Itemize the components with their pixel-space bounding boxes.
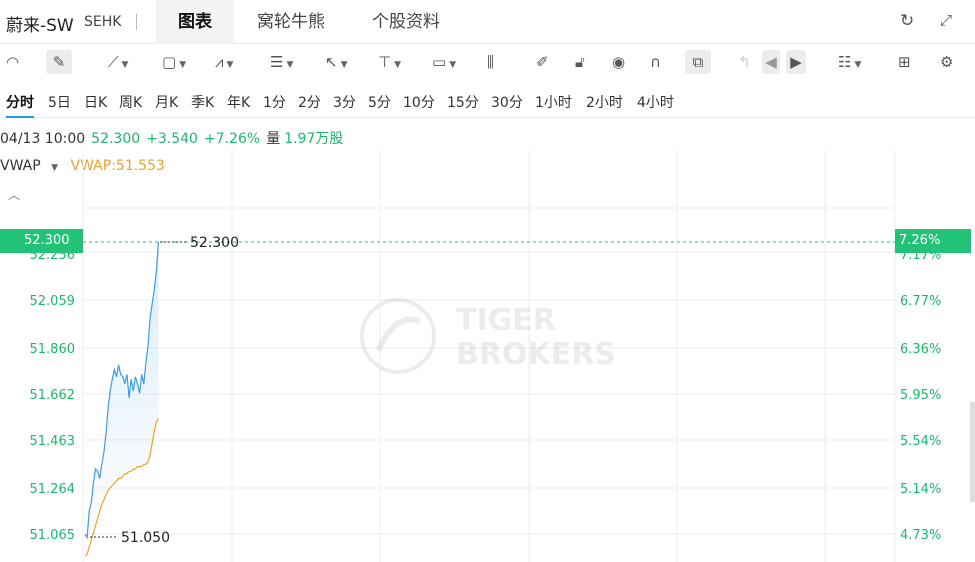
y-tick-right: 5.54%	[900, 434, 941, 449]
y-tick-left: 51.463	[30, 434, 76, 449]
tab-company-profile[interactable]: 个股资料	[372, 0, 440, 44]
grid-icon[interactable]: ⊞	[898, 50, 911, 74]
period-tab[interactable]: 年K	[227, 92, 250, 112]
period-tab[interactable]: 30分	[491, 92, 523, 112]
undo-icon[interactable]: ↰	[738, 50, 751, 74]
y-tick-left: 51.662	[30, 388, 76, 403]
y-tick-right: 6.77%	[900, 294, 941, 309]
period-tab[interactable]: 10分	[403, 92, 435, 112]
layout-icon[interactable]: ☷ ▼	[838, 50, 861, 74]
volume-label: 量	[266, 131, 281, 147]
period-tab[interactable]: 4小时	[637, 92, 674, 112]
refresh-icon[interactable]: ↻	[900, 11, 914, 31]
period-tab[interactable]: 15分	[447, 92, 479, 112]
y-tick-right: 5.14%	[900, 482, 941, 497]
prev-icon[interactable]: ◀	[762, 50, 780, 74]
y-tick-left: 51.264	[30, 482, 76, 497]
lock-icon[interactable]: 🔓︎	[575, 50, 585, 74]
gauge-icon[interactable]: ◠	[6, 50, 19, 74]
magnet-icon[interactable]: ∩	[650, 50, 661, 74]
period-tab[interactable]: 2小时	[586, 92, 623, 112]
eye-icon[interactable]: ◉	[612, 50, 625, 74]
watermark-text: BROKERS	[456, 337, 616, 372]
brush-icon[interactable]: ✐	[536, 50, 549, 74]
quote-change-pct: +7.26%	[203, 131, 261, 147]
settings-icon[interactable]: ⚙	[940, 50, 953, 74]
drawing-toolbar: ◠ ✎ ⟋ ▼ ▢ ▼ ⩘ ▼ ☰ ▼ ↖ ▼ ⊤ ▼ ▭ ▼ ⫼ ✐ 🔓︎ ◉ ∩ ⧉ ↰ …	[0, 44, 975, 80]
fib-icon[interactable]: ☰ ▼	[270, 50, 293, 74]
stock-name: 蔚来-SW	[6, 16, 74, 36]
y-tick-right: 5.95%	[900, 388, 941, 403]
intraday-chart[interactable]: TIGER BROKERS 52.300 51.050 52.256 52.05…	[0, 150, 975, 562]
text-icon[interactable]: ▭ ▼	[432, 50, 456, 74]
period-tab[interactable]: 1分	[263, 92, 286, 112]
period-tab[interactable]: 周K	[119, 92, 142, 112]
wave-icon[interactable]: ⩘ ▼	[215, 50, 233, 74]
y-tick-left: 52.059	[30, 294, 76, 309]
period-tab[interactable]: 5日	[48, 92, 71, 112]
high-label: 52.300	[190, 235, 239, 251]
period-tab[interactable]: 分时	[6, 92, 34, 118]
y-tick-right: 4.73%	[900, 528, 941, 543]
divider	[136, 14, 137, 30]
stock-exchange: SEHK	[84, 14, 122, 30]
y-axis-right: 7.17% 6.77% 6.36% 5.95% 5.54% 5.14% 4.73…	[900, 248, 941, 543]
period-tab[interactable]: 日K	[84, 92, 107, 112]
period-tab[interactable]: 1小时	[535, 92, 572, 112]
quote-price: 52.300	[91, 131, 141, 147]
expand-icon[interactable]: ⤢	[940, 11, 952, 29]
pen-icon[interactable]: ✎	[46, 50, 72, 74]
tab-chart[interactable]: 图表	[156, 0, 234, 44]
link-icon[interactable]: ⧉	[685, 50, 711, 74]
period-tab[interactable]: 3分	[333, 92, 356, 112]
next-icon[interactable]: ▶	[786, 50, 806, 74]
y-tick-right: 6.36%	[900, 342, 941, 357]
rect-icon[interactable]: ▢ ▼	[162, 50, 186, 74]
watermark: TIGER BROKERS	[360, 298, 616, 374]
watermark-text: TIGER	[456, 303, 556, 338]
scrollbar[interactable]	[970, 402, 975, 502]
y-axis-left: 52.256 52.059 51.860 51.662 51.463 51.26…	[30, 248, 76, 543]
quote-volume: 1.97万股	[284, 131, 344, 147]
line-icon[interactable]: ⟋ ▼	[108, 50, 128, 74]
low-label: 51.050	[121, 530, 170, 546]
tab-warrants[interactable]: 窝轮牛熊	[257, 0, 325, 44]
y-tick-left: 51.860	[30, 342, 76, 357]
price-icon[interactable]: ⊤ ▼	[378, 50, 401, 74]
period-tab[interactable]: 5分	[368, 92, 391, 112]
quote-info: 04/13 10:00 52.300 +3.540 +7.26% 量 1.97万股	[0, 128, 349, 148]
arrow-icon[interactable]: ↖ ▼	[325, 50, 348, 74]
current-price-tag: 52.300	[0, 229, 83, 253]
quote-datetime: 04/13 10:00	[0, 131, 86, 147]
header-bar: 蔚来-SW SEHK 图表 窝轮牛熊 个股资料 ↻ ⤢	[0, 0, 975, 44]
period-tabs: 分时 5日 日K 周K 月K 季K 年K 1分 2分 3分 5分 10分 15分…	[0, 84, 975, 118]
y-tick-left: 51.065	[30, 528, 76, 543]
bars-icon[interactable]: ⫼	[487, 50, 494, 74]
period-tab[interactable]: 季K	[191, 92, 214, 112]
period-tab[interactable]: 月K	[155, 92, 178, 112]
quote-change: +3.540	[146, 131, 198, 147]
current-pct-tag: 7.26%	[895, 229, 971, 253]
period-tab[interactable]: 2分	[298, 92, 321, 112]
price-area-fill	[85, 242, 159, 557]
